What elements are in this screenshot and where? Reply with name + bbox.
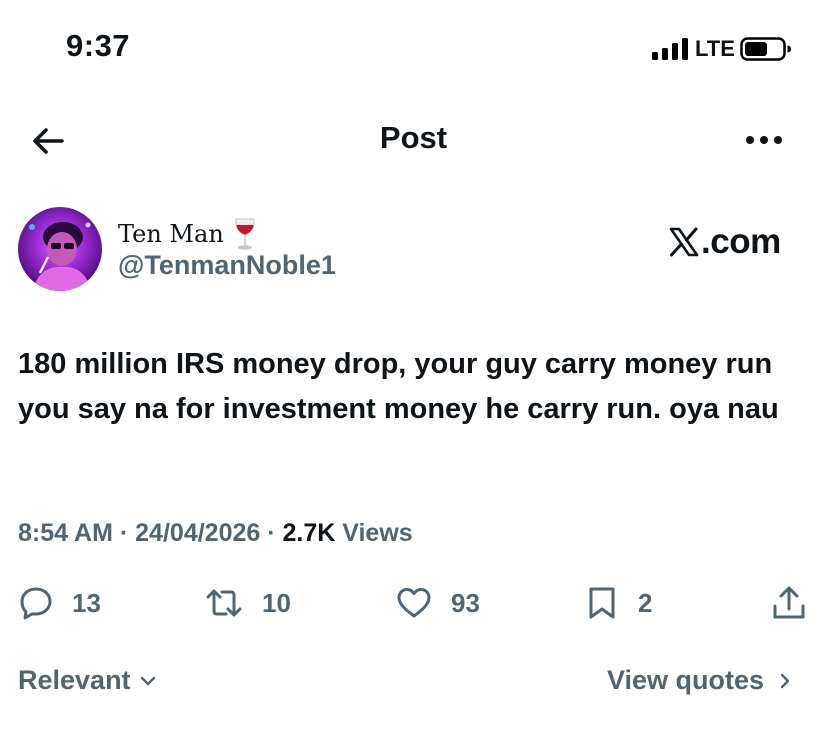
avatar[interactable] — [18, 207, 102, 291]
chevron-right-icon — [780, 673, 790, 688]
like-button[interactable]: 93 — [395, 585, 480, 621]
author-handle[interactable]: @TenmanNoble1 — [118, 250, 336, 281]
share-icon[interactable] — [770, 584, 808, 622]
sort-replies-dropdown[interactable]: Relevant — [18, 665, 157, 696]
repost-count: 10 — [262, 587, 291, 618]
watermark-text: .com — [701, 222, 781, 261]
more-icon[interactable] — [744, 130, 784, 150]
tweet-text: 180 million IRS money drop, your guy car… — [18, 348, 779, 425]
bookmark-icon — [589, 587, 615, 619]
x-com-watermark: .com — [668, 222, 781, 262]
views-count: 2.7K — [282, 519, 336, 547]
reply-button[interactable]: 13 — [18, 585, 101, 621]
like-count: 93 — [451, 587, 480, 618]
meta-separator: · — [260, 519, 283, 547]
page-title: Post — [379, 120, 448, 155]
sort-label: Relevant — [18, 665, 131, 695]
author-name[interactable]: Ten Man — [118, 220, 224, 248]
reply-icon — [20, 587, 52, 620]
signal-icon — [652, 38, 688, 60]
meta-separator: · — [112, 519, 136, 547]
heart-icon — [397, 588, 431, 618]
author-name-row[interactable]: Ten Man — [118, 216, 258, 252]
battery-icon — [740, 37, 791, 61]
chevron-down-icon — [140, 676, 155, 685]
view-quotes-label: View quotes — [607, 665, 765, 695]
view-quotes-link[interactable]: View quotes — [607, 665, 794, 696]
avatar-photo — [29, 222, 92, 291]
repost-button[interactable]: 10 — [204, 585, 291, 621]
network-label: LTE — [695, 36, 735, 61]
status-time: 9:37 — [66, 28, 131, 63]
bookmark-count: 2 — [638, 587, 653, 618]
repost-icon — [206, 589, 242, 617]
x-logo-icon — [669, 227, 699, 257]
tweet-meta: 8:54 AM · 24/04/2026 · 2.7K Views — [18, 519, 413, 548]
views-label: Views — [335, 519, 413, 547]
bookmark-button[interactable]: 2 — [584, 585, 652, 621]
reply-count: 13 — [72, 587, 101, 618]
tweet-date[interactable]: 24/04/2026 — [135, 519, 260, 547]
tweet-time[interactable]: 8:54 AM — [18, 519, 113, 547]
wine-glass-icon — [235, 218, 255, 250]
